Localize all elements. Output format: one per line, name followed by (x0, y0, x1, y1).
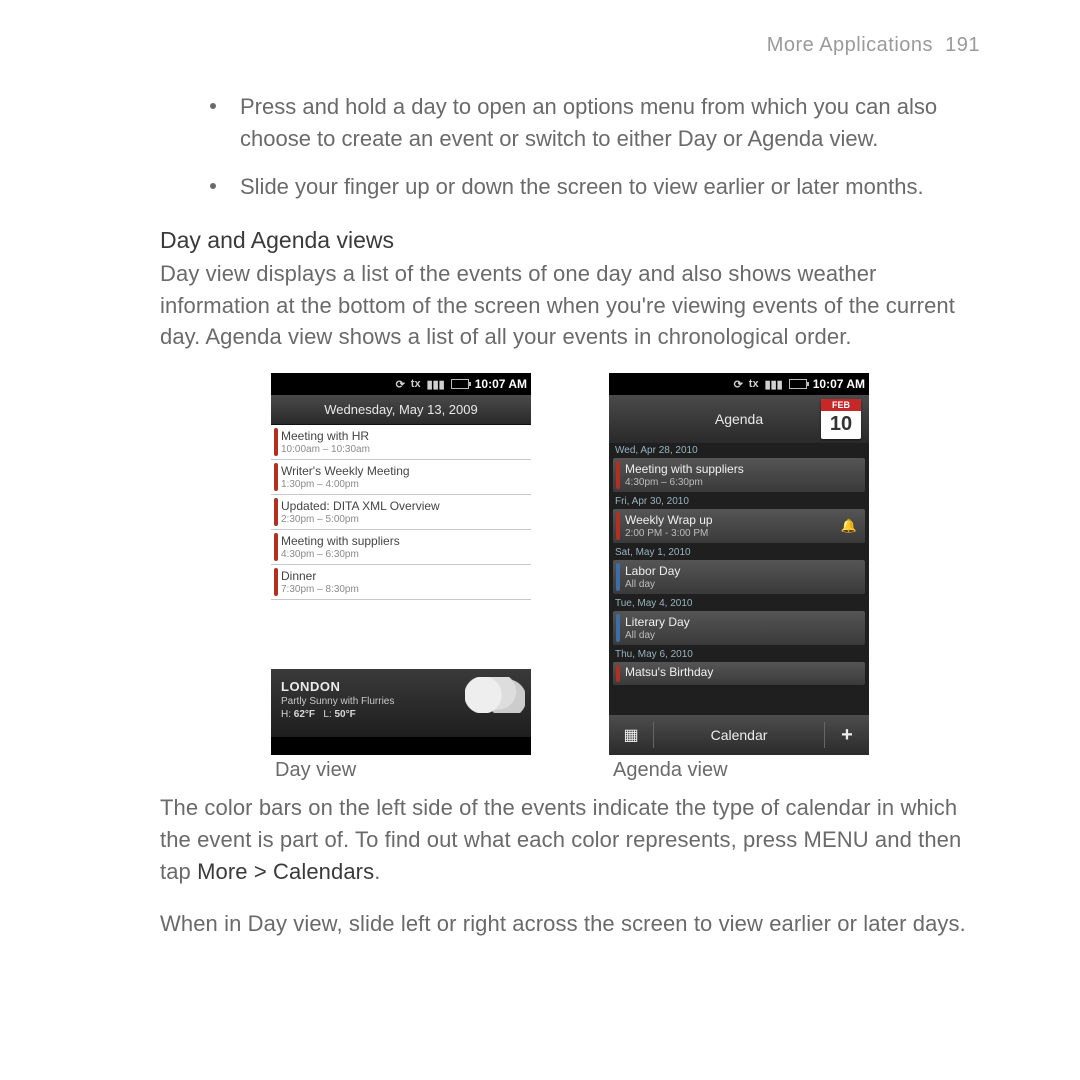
event-title: Meeting with suppliers (625, 462, 859, 476)
agenda-date: Wed, Apr 28, 2010 (609, 443, 869, 458)
bullet-list: Press and hold a day to open an options … (210, 91, 980, 203)
figure-caption: Day view (271, 759, 531, 782)
event-time: 2:30pm – 5:00pm (281, 514, 525, 525)
menu-path: More > Calendars (197, 859, 374, 884)
agenda-event[interactable]: Labor Day All day (613, 560, 865, 594)
day-event-list[interactable]: Meeting with HR 10:00am – 10:30am Writer… (271, 425, 531, 669)
list-item: Slide your finger up or down the screen … (210, 171, 980, 203)
agenda-event[interactable]: Matsu's Birthday (613, 662, 865, 685)
sync-icon: ⟳ (734, 378, 743, 391)
agenda-event[interactable]: Literary Day All day (613, 611, 865, 645)
event-time: 10:00am – 10:30am (281, 444, 525, 455)
agenda-event[interactable]: Weekly Wrap up 2:00 PM - 3:00 PM 🔔 (613, 509, 865, 543)
event-title: Meeting with HR (281, 429, 525, 443)
status-time: 10:07 AM (475, 377, 527, 391)
status-bar: ⟳ tx ▮▮▮ 10:07 AM (609, 373, 869, 395)
event-title: Matsu's Birthday (625, 665, 859, 679)
status-time: 10:07 AM (813, 377, 865, 391)
day-event[interactable]: Meeting with HR 10:00am – 10:30am (271, 425, 531, 460)
calendar-badge-icon: FEB 10 (821, 399, 861, 439)
agenda-date: Tue, May 4, 2010 (609, 596, 869, 611)
signal-icon: ▮▮▮ (765, 378, 783, 391)
agenda-event[interactable]: Meeting with suppliers 4:30pm – 6:30pm (613, 458, 865, 492)
badge-day: 10 (821, 411, 861, 437)
add-event-button[interactable]: + (825, 724, 869, 747)
event-time: All day (625, 630, 859, 641)
network-icon: tx (749, 378, 759, 390)
weather-panel: LONDON Partly Sunny with Flurries H: 62°… (271, 669, 531, 737)
footer-label[interactable]: Calendar (654, 727, 824, 743)
network-icon: tx (411, 378, 421, 390)
agenda-date: Sat, May 1, 2010 (609, 545, 869, 560)
event-title: Labor Day (625, 564, 859, 578)
badge-month: FEB (821, 399, 861, 411)
section-name: More Applications (767, 34, 933, 56)
event-title: Writer's Weekly Meeting (281, 464, 525, 478)
event-time: 4:30pm – 6:30pm (625, 477, 859, 488)
event-title: Meeting with suppliers (281, 534, 525, 548)
reminder-bell-icon: 🔔 (841, 518, 857, 534)
day-view-date: Wednesday, May 13, 2009 (271, 395, 531, 425)
event-time: 7:30pm – 8:30pm (281, 584, 525, 595)
list-item: Press and hold a day to open an options … (210, 91, 980, 155)
battery-icon (451, 379, 469, 389)
agenda-date: Thu, May 6, 2010 (609, 647, 869, 662)
body-paragraph: The color bars on the left side of the e… (160, 792, 980, 888)
day-event[interactable]: Writer's Weekly Meeting 1:30pm – 4:00pm (271, 460, 531, 495)
agenda-view-figure: ⟳ tx ▮▮▮ 10:07 AM Agenda FEB 10 Wed, Apr… (609, 373, 869, 782)
running-header: More Applications 191 (160, 34, 980, 57)
event-title: Updated: DITA XML Overview (281, 499, 525, 513)
subheading: Day and Agenda views (160, 227, 980, 254)
event-title: Literary Day (625, 615, 859, 629)
agenda-list[interactable]: Wed, Apr 28, 2010 Meeting with suppliers… (609, 443, 869, 715)
page-number: 191 (945, 34, 980, 56)
event-title: Dinner (281, 569, 525, 583)
day-event[interactable]: Dinner 7:30pm – 8:30pm (271, 565, 531, 600)
event-time: All day (625, 579, 859, 590)
agenda-header: Agenda FEB 10 (609, 395, 869, 443)
battery-icon (789, 379, 807, 389)
agenda-date: Fri, Apr 30, 2010 (609, 494, 869, 509)
event-time: 4:30pm – 6:30pm (281, 549, 525, 560)
sync-icon: ⟳ (396, 378, 405, 391)
event-time: 1:30pm – 4:00pm (281, 479, 525, 490)
cloud-icon (465, 677, 525, 713)
intro-paragraph: Day view displays a list of the events o… (160, 258, 980, 354)
day-view-figure: ⟳ tx ▮▮▮ 10:07 AM Wednesday, May 13, 200… (271, 373, 531, 782)
agenda-label: Agenda (715, 411, 763, 427)
day-event[interactable]: Updated: DITA XML Overview 2:30pm – 5:00… (271, 495, 531, 530)
event-title: Weekly Wrap up (625, 513, 859, 527)
status-bar: ⟳ tx ▮▮▮ 10:07 AM (271, 373, 531, 395)
body-paragraph: When in Day view, slide left or right ac… (160, 908, 980, 940)
day-event[interactable]: Meeting with suppliers 4:30pm – 6:30pm (271, 530, 531, 565)
calendar-grid-icon[interactable]: ▦ (609, 725, 653, 745)
figure-caption: Agenda view (609, 759, 869, 782)
signal-icon: ▮▮▮ (427, 378, 445, 391)
event-time: 2:00 PM - 3:00 PM (625, 528, 859, 539)
agenda-footer: ▦ Calendar + (609, 715, 869, 755)
